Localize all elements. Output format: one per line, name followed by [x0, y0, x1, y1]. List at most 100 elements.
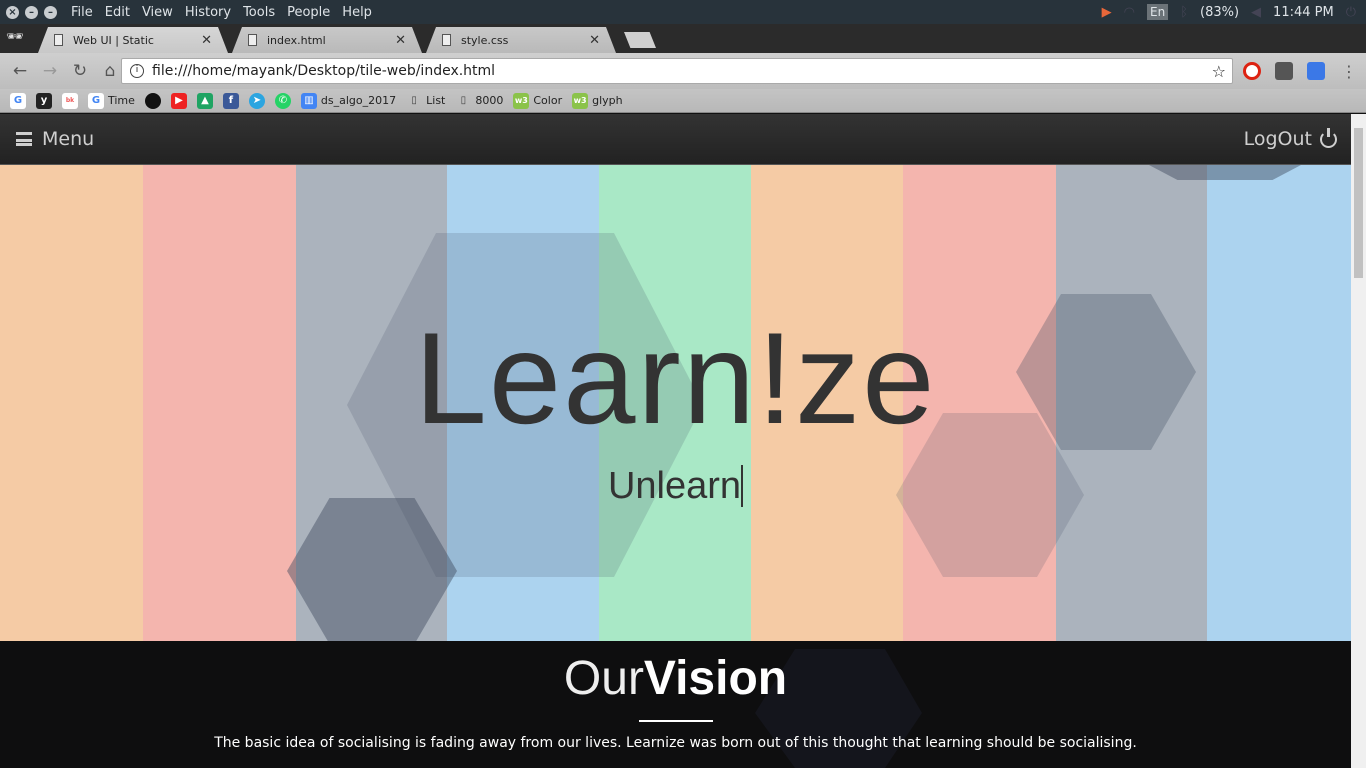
heading-divider [638, 719, 713, 722]
bookmark-label: 8000 [475, 94, 504, 107]
minimize-window-icon[interactable]: – [25, 5, 38, 19]
logout-button[interactable]: LogOut [1243, 127, 1337, 150]
battery-status[interactable]: (83%) [1200, 5, 1239, 20]
close-tab-icon[interactable]: ✕ [201, 33, 212, 48]
page-icon [442, 34, 451, 46]
backpack-icon: bk [62, 92, 78, 109]
site-title: Learn!ze [414, 305, 937, 451]
vision-heading-light: Our [563, 652, 644, 705]
extension-icon[interactable] [1307, 62, 1325, 80]
bookmark-google[interactable]: G [10, 92, 26, 109]
menu-people[interactable]: People [287, 5, 330, 20]
docs-icon: ▥ [300, 92, 317, 109]
bookmark-color[interactable]: w3 Color [513, 92, 563, 109]
bookmark-8000[interactable]: ▯ 8000 [455, 93, 504, 109]
system-bar: × – – File Edit View History Tools Peopl… [0, 0, 1366, 24]
vision-heading-bold: Vision [643, 652, 788, 705]
close-tab-icon[interactable]: ✕ [395, 33, 406, 48]
tab-index-html[interactable]: index.html ✕ [232, 27, 422, 53]
wifi-icon[interactable]: ◠ [1124, 5, 1135, 20]
facebook-icon: f [222, 92, 239, 109]
menu-edit[interactable]: Edit [105, 5, 130, 20]
site-navbar: Menu LogOut [0, 114, 1351, 165]
incognito-icon: 🕶 [6, 29, 24, 45]
drive-icon: ▲ [196, 92, 213, 109]
web-page: Learn!ze Unlearn Menu LogOut OurVision T… [0, 114, 1351, 768]
tab-style-css[interactable]: style.css ✕ [426, 27, 616, 53]
language-indicator[interactable]: En [1147, 4, 1169, 20]
w3-icon: w3 [513, 92, 530, 109]
bookmark-glyph[interactable]: w3 glyph [572, 92, 623, 109]
bookmark-whatsapp[interactable]: ✆ [274, 92, 291, 109]
address-bar[interactable]: i file:///home/mayank/Desktop/tile-web/i… [121, 58, 1233, 84]
tab-label: style.css [461, 33, 509, 47]
bookmark-facebook[interactable]: f [222, 92, 239, 109]
forward-icon[interactable]: → [40, 61, 60, 81]
whatsapp-icon: ✆ [274, 92, 291, 109]
system-tray: ▶ ◠ En ᛒ (83%) ◀ 11:44 PM ⏻ [1102, 0, 1356, 24]
menu-tools[interactable]: Tools [243, 5, 275, 20]
youtube-icon: ▶ [170, 92, 187, 109]
site-subtitle: Unlearn [0, 465, 1351, 508]
media-icon[interactable]: ▶ [1102, 5, 1112, 20]
typed-subtitle: Unlearn [607, 465, 744, 507]
menu-view[interactable]: View [142, 5, 173, 20]
hamburger-icon[interactable] [16, 132, 32, 146]
tab-label: index.html [267, 33, 326, 47]
page-icon [248, 34, 257, 46]
tab-web-ui[interactable]: Web UI | Static ✕ [38, 27, 228, 53]
reload-icon[interactable]: ↻ [70, 61, 90, 81]
opera-extension-icon[interactable] [1243, 62, 1261, 80]
menu-file[interactable]: File [71, 5, 93, 20]
url-text[interactable]: file:///home/mayank/Desktop/tile-web/ind… [152, 63, 495, 79]
bookmark-telegram[interactable]: ➤ [248, 92, 265, 109]
power-icon [1320, 127, 1337, 148]
logout-label: LogOut [1243, 128, 1312, 150]
page-scrollbar[interactable] [1351, 114, 1366, 768]
bookmark-time[interactable]: G Time [88, 92, 135, 109]
bookmark-drive[interactable]: ▲ [196, 92, 213, 109]
back-icon[interactable]: ← [10, 61, 30, 81]
bookmark-backpack[interactable]: bk [62, 92, 78, 109]
bookmark-icon: y [36, 92, 52, 109]
scrollbar-thumb[interactable] [1354, 128, 1363, 278]
info-icon[interactable]: i [130, 64, 144, 78]
tab-label: Web UI | Static [73, 33, 154, 47]
bookmark-star-icon[interactable]: ☆ [1212, 62, 1226, 81]
vision-section: OurVision The basic idea of socialising … [0, 641, 1351, 768]
bookmark-youtube[interactable]: ▶ [170, 92, 187, 109]
bookmark-label: glyph [592, 94, 623, 107]
new-tab-button[interactable] [624, 32, 656, 48]
page-icon [54, 34, 63, 46]
bookmark-ds-algo[interactable]: ▥ ds_algo_2017 [300, 92, 397, 109]
power-menu-icon[interactable]: ⏻ [1346, 5, 1356, 20]
page-icon: ▯ [460, 94, 467, 106]
vision-heading: OurVision [0, 652, 1351, 706]
volume-icon[interactable]: ◀ [1251, 5, 1261, 20]
clock[interactable]: 11:44 PM [1273, 5, 1334, 20]
tab-strip: 🕶 Web UI | Static ✕ index.html ✕ style.css… [0, 24, 1366, 53]
bookmark-2[interactable]: y [36, 92, 52, 109]
maximize-window-icon[interactable]: – [44, 5, 57, 19]
telegram-icon: ➤ [248, 92, 265, 109]
bookmark-github[interactable] [144, 92, 161, 109]
close-tab-icon[interactable]: ✕ [589, 33, 600, 48]
bookmark-label: Color [533, 94, 563, 107]
bookmark-label: ds_algo_2017 [320, 94, 397, 107]
menu-help[interactable]: Help [342, 5, 372, 20]
hero-section: Learn!ze Unlearn [0, 165, 1351, 641]
bookmark-list[interactable]: ▯ List [406, 93, 445, 109]
github-icon [144, 92, 161, 109]
page-icon: ▯ [411, 94, 417, 106]
w3-icon: w3 [572, 92, 589, 109]
menu-history[interactable]: History [185, 5, 231, 20]
home-icon[interactable]: ⌂ [100, 61, 120, 81]
chrome-menu-icon[interactable]: ⋮ [1340, 62, 1358, 81]
close-window-icon[interactable]: × [6, 5, 19, 19]
browser-toolbar: ← → ↻ ⌂ i file:///home/mayank/Desktop/ti… [0, 53, 1366, 89]
google-icon: G [10, 92, 26, 109]
bookmark-label: Time [108, 94, 135, 107]
bluetooth-icon[interactable]: ᛒ [1180, 5, 1188, 20]
pocket-extension-icon[interactable] [1275, 62, 1293, 80]
menu-button[interactable]: Menu [42, 128, 94, 150]
